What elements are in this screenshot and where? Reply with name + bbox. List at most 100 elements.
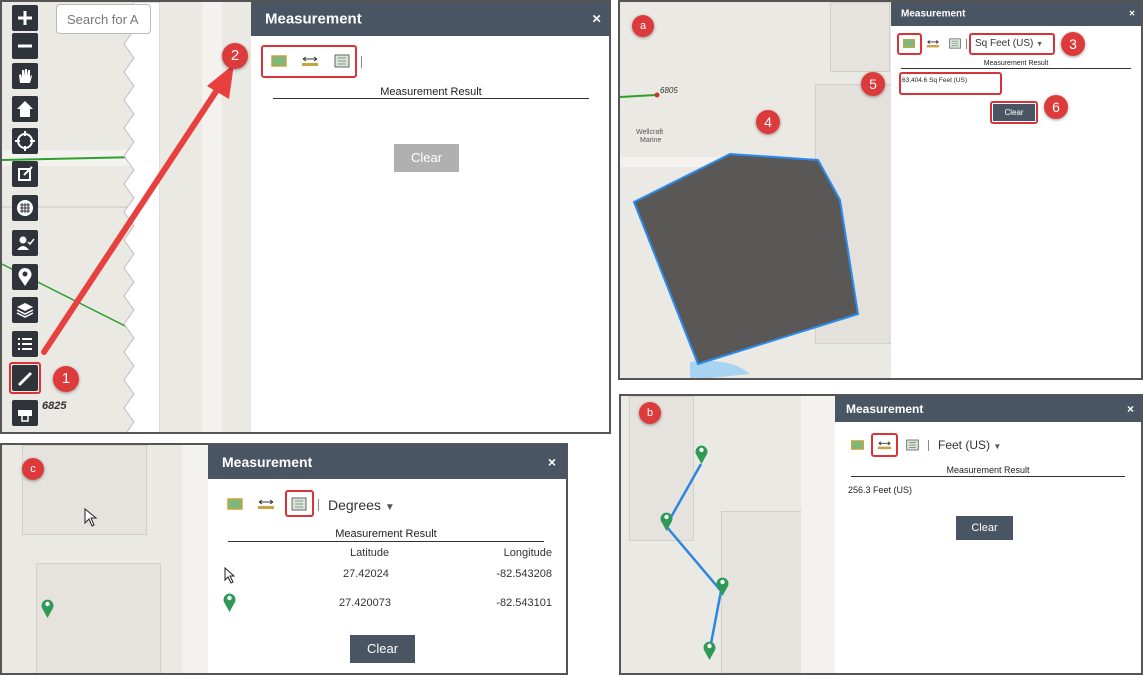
zoom-in-button[interactable] [12, 5, 38, 31]
unit-value: Sq Feet (US) [975, 38, 1034, 49]
pan-button[interactable] [12, 63, 38, 89]
tool-separator [318, 499, 319, 511]
measurement-widget: Measurement × Measurement Result Clear [251, 2, 609, 432]
unit-value: Degrees [328, 497, 381, 513]
distance-icon [926, 40, 940, 48]
widget-header-b: Measurement × [835, 396, 1141, 422]
callout-b: b [639, 402, 661, 424]
cursor-icon [84, 508, 98, 527]
chevron-down-icon: ▼ [993, 442, 1002, 451]
basemap-button[interactable] [12, 195, 38, 221]
green-pin-icon [660, 511, 673, 531]
unit-dropdown[interactable]: Feet (US) ▼ [938, 438, 1001, 452]
callout-c: c [22, 458, 44, 480]
edit-icon [18, 166, 33, 181]
result-value: 256.3 Feet (US) [848, 485, 913, 495]
screenshot-c: Measurement × Degrees ▼ Measurement Resu… [0, 443, 568, 675]
location-icon [334, 54, 350, 68]
latitude-value: 27.420073 [339, 597, 391, 609]
longitude-value: -82.543208 [496, 568, 552, 580]
locate-icon [15, 131, 35, 151]
longitude-header: Longitude [503, 547, 552, 559]
map-place-line1: Wellcraft [636, 129, 664, 136]
green-pin-icon [695, 444, 708, 464]
map-area-b[interactable] [621, 396, 835, 673]
location-tool-button[interactable] [948, 38, 962, 49]
green-pin-icon [223, 592, 236, 612]
result-title: Measurement Result [983, 60, 1049, 67]
locate-button[interactable] [12, 128, 38, 154]
torn-edge [123, 2, 160, 432]
area-tool-button[interactable] [226, 497, 244, 511]
search-placeholder: Search for A [67, 12, 139, 27]
latitude-header: Latitude [350, 547, 390, 559]
area-tool-button[interactable] [850, 439, 865, 451]
location-tool-button[interactable] [290, 497, 308, 511]
main-screenshot: Search for A 6825 Measurement × Measurem… [0, 0, 611, 434]
area-icon [271, 55, 287, 67]
home-icon [17, 101, 33, 117]
location-tool-button[interactable] [905, 439, 920, 451]
clear-button[interactable]: Clear [350, 635, 415, 663]
tool-separator [966, 39, 967, 49]
widget-header-a: Measurement × [891, 2, 1141, 26]
green-pin-icon [703, 640, 716, 660]
unit-dropdown[interactable]: Degrees ▼ [328, 497, 395, 513]
home-button[interactable] [12, 96, 38, 122]
close-icon[interactable]: × [592, 11, 601, 28]
widget-header: Measurement × [251, 2, 609, 36]
unit-dropdown[interactable]: Sq Feet (US) ▼ [975, 38, 1043, 49]
measure-highlight [9, 362, 41, 394]
print-icon [18, 410, 32, 422]
clear-button[interactable]: Clear [394, 144, 459, 172]
measure-path [664, 463, 723, 655]
map-graphics-a [620, 92, 860, 378]
screenshot-b: Measurement × Feet (US) ▼ Measurement Re… [619, 394, 1143, 675]
table-row: 27.42024 -82.543208 [208, 565, 566, 587]
search-input[interactable]: Search for A [56, 4, 151, 34]
clear-button[interactable]: Clear [993, 104, 1035, 121]
result-title: Measurement Result [335, 528, 437, 540]
clear-button[interactable]: Clear [956, 516, 1013, 540]
edit-button[interactable] [12, 161, 38, 187]
legend-list-icon [18, 338, 32, 350]
area-tool-button[interactable] [902, 38, 916, 49]
measurement-widget-b: Measurement × Feet (US) ▼ Measurement Re… [835, 396, 1141, 673]
distance-tool-button[interactable] [877, 439, 892, 451]
location-tool-button[interactable] [333, 54, 351, 68]
basemap-icon [17, 200, 33, 216]
legend-button[interactable] [12, 331, 38, 357]
map-area-a[interactable]: 6805 Wellcraft Marine [620, 2, 895, 378]
result-divider [851, 476, 1125, 477]
layers-icon [16, 303, 34, 318]
area-icon [902, 39, 916, 48]
print-button[interactable] [12, 400, 38, 426]
area-icon [851, 440, 864, 450]
user-check-button[interactable] [12, 230, 38, 256]
close-icon[interactable]: × [1129, 9, 1135, 20]
area-tool-button[interactable] [270, 54, 288, 68]
pan-hand-icon [19, 69, 32, 83]
widget-title-a: Measurement [901, 8, 966, 20]
distance-icon [258, 499, 274, 509]
layers-button[interactable] [12, 297, 38, 323]
close-icon[interactable]: × [1127, 402, 1134, 416]
callout-3: 3 [1061, 32, 1085, 56]
table-row: 27.420073 -82.543101 [208, 592, 566, 614]
view-pin-button[interactable] [12, 264, 38, 290]
callout-5: 5 [861, 72, 885, 96]
location-icon [291, 497, 307, 511]
location-icon [949, 38, 961, 49]
green-pin-icon [716, 576, 729, 596]
callout-2: 2 [222, 43, 248, 69]
cursor-icon [224, 567, 236, 584]
zoom-out-button[interactable] [12, 33, 38, 59]
distance-tool-button[interactable] [301, 54, 319, 68]
distance-tool-button[interactable] [257, 497, 275, 511]
close-icon[interactable]: × [548, 454, 556, 470]
area-icon [227, 498, 243, 510]
map-area[interactable]: Search for A 6825 [2, 2, 251, 432]
map-place-line2: Marine [640, 137, 662, 144]
measurement-widget-c: Measurement × Degrees ▼ Measurement Resu… [208, 445, 566, 673]
distance-tool-button[interactable] [926, 38, 940, 49]
